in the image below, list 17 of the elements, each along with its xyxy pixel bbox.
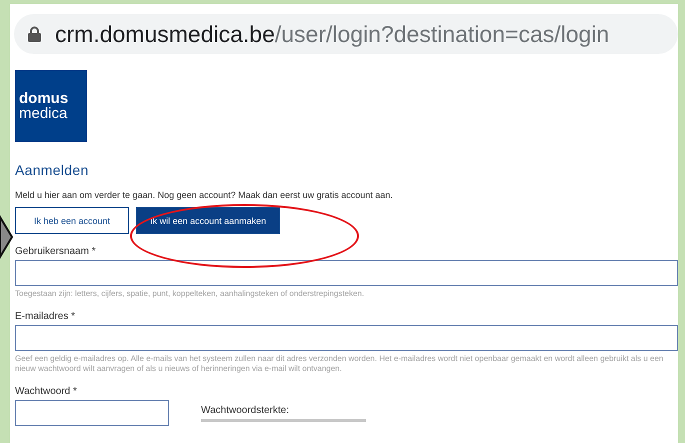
intro-text: Meld u hier aan om verder te gaan. Nog geen account? Maak dan eerst uw gratis account aan. bbox=[15, 190, 394, 200]
logo: domus medica bbox=[15, 70, 87, 142]
page-heading: Aanmelden bbox=[15, 162, 90, 178]
url-text: crm.domusmedica.be/user/login?destination=cas/login bbox=[55, 20, 610, 48]
field-label: Wachtwoord * bbox=[15, 386, 78, 397]
field-hint: Geef een geldig e-mailadres op. Alle e-mails van het systeem zullen naar dit adres verzonden worden. Het e-mailadres wordt niet openbaar gemaakt en wordt alleen gebruikt als u een nieuw wachtwoord wilt aanvragen of als u nieuws of herinneringen via e-mail wilt ontvangen. bbox=[15, 354, 664, 374]
text-field[interactable] bbox=[15, 325, 678, 351]
field-label: Gebruikersnaam * bbox=[15, 246, 97, 257]
address-bar[interactable]: crm.domusmedica.be/user/login?destination=cas/login bbox=[14, 14, 678, 54]
field-hint: Toegestaan zijn: letters, cijfers, spatie, punt, koppelteken, aanhalingsteken of onderstrepingsteken. bbox=[15, 289, 366, 299]
lock-icon bbox=[28, 26, 41, 42]
text-field[interactable] bbox=[15, 260, 678, 286]
strength-label: Wachtwoordsterkte: bbox=[201, 405, 290, 416]
pointer-arrow-icon bbox=[0, 215, 14, 259]
account-button[interactable]: Ik heb een account bbox=[15, 207, 130, 234]
field-label: E-mailadres * bbox=[15, 311, 76, 322]
password-field[interactable] bbox=[15, 400, 169, 426]
